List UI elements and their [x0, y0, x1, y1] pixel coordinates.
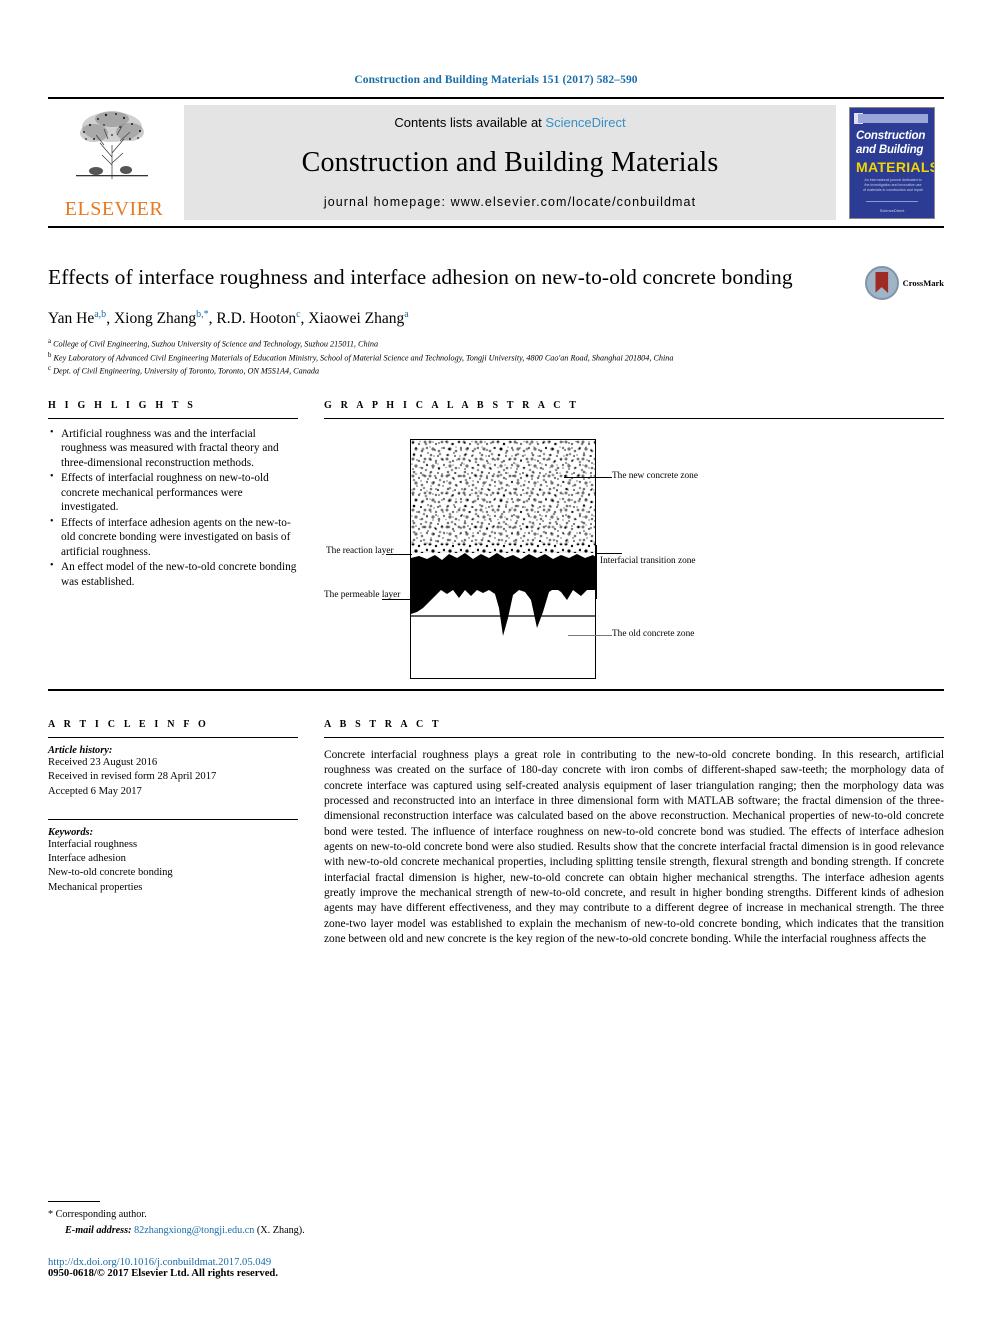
copyright-line: 0950-0618/© 2017 Elsevier Ltd. All right… — [48, 1268, 278, 1279]
highlights-column: H I G H L I G H T S Artificial roughness… — [48, 400, 298, 691]
author: Yan Hea,b — [48, 308, 107, 328]
keyword: Mechanical properties — [48, 881, 143, 893]
label-old-concrete-zone: The old concrete zone — [612, 628, 695, 639]
info-and-abstract: A R T I C L E I N F O Article history: R… — [48, 719, 944, 947]
journal-homepage-link[interactable]: journal homepage: www.elsevier.com/locat… — [324, 195, 696, 209]
running-head: Construction and Building Materials 151 … — [354, 74, 638, 86]
journal-title: Construction and Building Materials — [301, 146, 719, 178]
label-reaction-layer: The reaction layer — [326, 545, 394, 556]
doi-link[interactable]: http://dx.doi.org/10.1016/j.conbuildmat.… — [48, 1257, 608, 1268]
abstract-column: A B S T R A C T Concrete interfacial rou… — [324, 719, 944, 947]
concrete-cross-section-diagram — [410, 438, 596, 679]
crossmark-label: CrossMark — [902, 278, 944, 288]
cover-blurb: An international journal dedicated to th… — [863, 177, 923, 193]
corresponding-marker: * — [48, 1209, 54, 1221]
page-title: Effects of interface roughness and inter… — [48, 265, 793, 289]
article-page: Construction and Building Materials 151 … — [0, 0, 992, 1323]
masthead-center-panel: Contents lists available at ScienceDirec… — [184, 105, 836, 220]
keywords-label: Keywords: — [48, 826, 94, 838]
list-item: Effects of interface adhesion agents on … — [50, 516, 298, 559]
author: Xiaowei Zhanga — [308, 308, 409, 328]
cover-divider — [866, 200, 918, 202]
contents-prefix: Contents lists available at — [394, 115, 546, 130]
author: Xiong Zhangb,* — [113, 308, 209, 328]
history-received: Received 23 August 2016 — [48, 756, 158, 768]
abstract-heading: A B S T R A C T — [324, 718, 442, 730]
crossmark-badge[interactable]: CrossMark — [864, 266, 944, 300]
list-item: Effects of interfacial roughness on new-… — [50, 471, 298, 514]
concrete-zones-svg — [411, 439, 595, 636]
graphical-abstract-column: G R A P H I C A L A B S T R A C T The ne… — [324, 400, 944, 691]
cover-line-3: MATERIALS — [856, 158, 935, 175]
author-list: Yan Hea,b, Xiong Zhangb,*, R.D. Hootonc,… — [48, 308, 409, 328]
journal-masthead: ELSEVIER Contents lists available at Sci… — [48, 97, 944, 228]
label-interfacial-transition-zone: Interfacial transition zone — [600, 555, 696, 566]
corresponding-label: Corresponding author. — [55, 1209, 147, 1221]
sciencedirect-link[interactable]: ScienceDirect — [545, 115, 625, 130]
abstract-text: Concrete interfacial roughness plays a g… — [324, 748, 944, 945]
cover-line-1: Construction — [856, 129, 926, 142]
cover-footer-text: ScienceDirect — [879, 207, 905, 213]
affiliation: a College of Civil Engineering, Suzhou U… — [48, 338, 379, 349]
cover-top-bar — [858, 113, 928, 123]
history-accepted: Accepted 6 May 2017 — [48, 785, 142, 797]
email-suffix: (X. Zhang). — [256, 1224, 305, 1236]
article-info-column: A R T I C L E I N F O Article history: R… — [48, 719, 298, 947]
keyword: New-to-old concrete bonding — [48, 867, 173, 879]
corresponding-author-note: * Corresponding author. — [48, 1207, 608, 1222]
keyword: Interfacial roughness — [48, 838, 138, 850]
affiliation-list: a College of Civil Engineering, Suzhou U… — [48, 337, 816, 378]
list-item: An effect model of the new-to-old concre… — [50, 560, 298, 589]
affiliation: b Key Laboratory of Advanced Civil Engin… — [48, 351, 674, 363]
graphical-abstract-heading: G R A P H I C A L A B S T R A C T — [324, 399, 580, 411]
elsevier-logo: ELSEVIER — [48, 99, 180, 226]
history-revised: Received in revised form 28 April 2017 — [48, 771, 217, 783]
highlights-heading: H I G H L I G H T S — [48, 399, 196, 411]
graphical-abstract-figure: The new concrete zone Interfacial transi… — [324, 433, 944, 691]
email-link[interactable]: 82zhangxiong@tongji.edu.cn — [134, 1225, 254, 1236]
footnote-rule — [48, 1201, 100, 1203]
article-info-heading: A R T I C L E I N F O — [48, 718, 209, 730]
journal-cover-thumbnail: Construction and Building MATERIALS An i… — [840, 99, 944, 226]
highlights-list: Artificial roughness was and the interfa… — [48, 427, 298, 589]
crossmark-icon — [864, 266, 899, 300]
contents-lists-line: Contents lists available at ScienceDirec… — [394, 115, 625, 130]
list-item: Artificial roughness was and the interfa… — [50, 427, 298, 470]
label-new-concrete-zone: The new concrete zone — [612, 470, 698, 481]
cover-line-2: and Building — [856, 143, 924, 156]
highlights-and-graphical-abstract: H I G H L I G H T S Artificial roughness… — [48, 400, 944, 691]
keyword: Interface adhesion — [48, 853, 126, 865]
title-block: CrossMark Effects of interface roughness… — [48, 264, 944, 378]
email-label: E-mail address: — [65, 1224, 132, 1236]
article-history-label: Article history: — [48, 744, 113, 756]
page-footer: * Corresponding author. E-mail address: … — [48, 1201, 608, 1279]
email-note: E-mail address: 82zhangxiong@tongji.edu.… — [48, 1223, 608, 1238]
elsevier-wordmark: ELSEVIER — [64, 198, 164, 220]
author: R.D. Hootonc — [216, 308, 301, 328]
elsevier-tree-icon — [76, 111, 148, 179]
affiliation: c Dept. of Civil Engineering, University… — [48, 365, 320, 377]
